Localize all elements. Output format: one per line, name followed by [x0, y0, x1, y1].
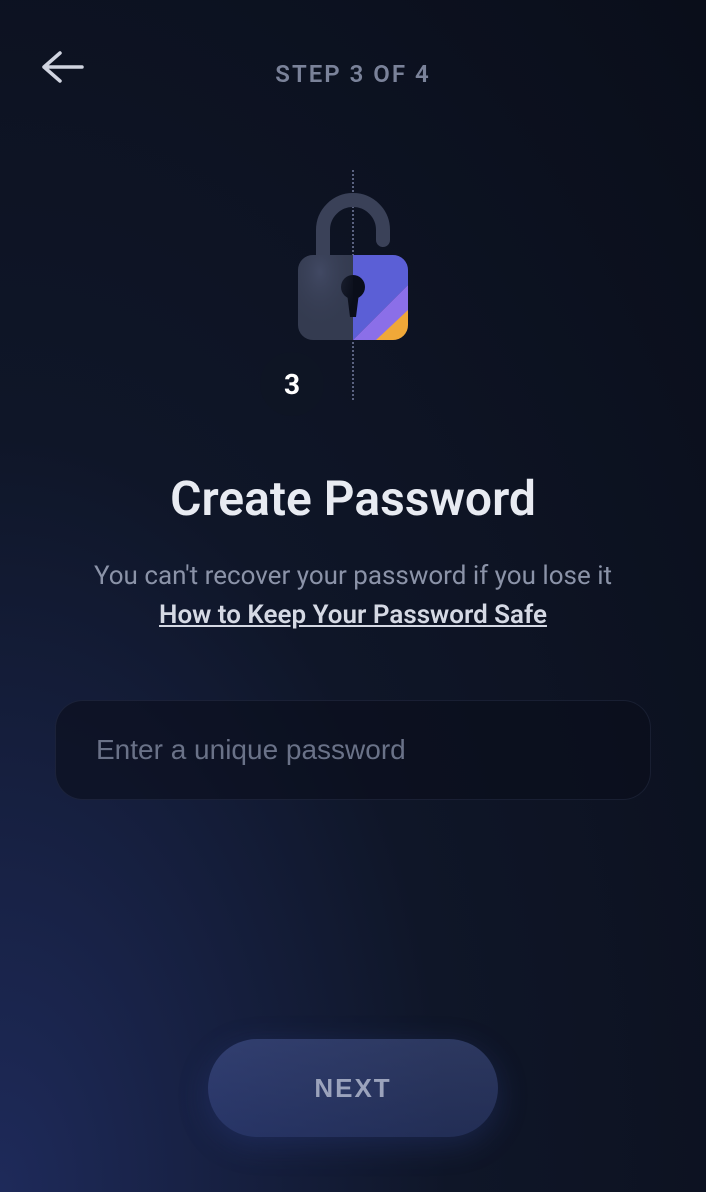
header: STEP 3 OF 4	[0, 0, 706, 100]
arrow-left-icon	[40, 49, 84, 85]
step-number-badge: 3	[260, 352, 324, 416]
password-input[interactable]	[55, 700, 651, 800]
content-area: Create Password You can't recover your p…	[0, 470, 706, 630]
input-wrapper	[0, 700, 706, 800]
lock-illustration: 3	[0, 170, 706, 400]
lock-icon: 3	[288, 185, 418, 400]
next-button[interactable]: NEXT	[208, 1039, 498, 1137]
page-title: Create Password	[30, 470, 676, 527]
step-indicator: STEP 3 OF 4	[40, 60, 666, 88]
password-safety-link[interactable]: How to Keep Your Password Safe	[159, 600, 547, 630]
back-button[interactable]	[40, 45, 84, 89]
subtitle-text: You can't recover your password if you l…	[30, 557, 676, 596]
